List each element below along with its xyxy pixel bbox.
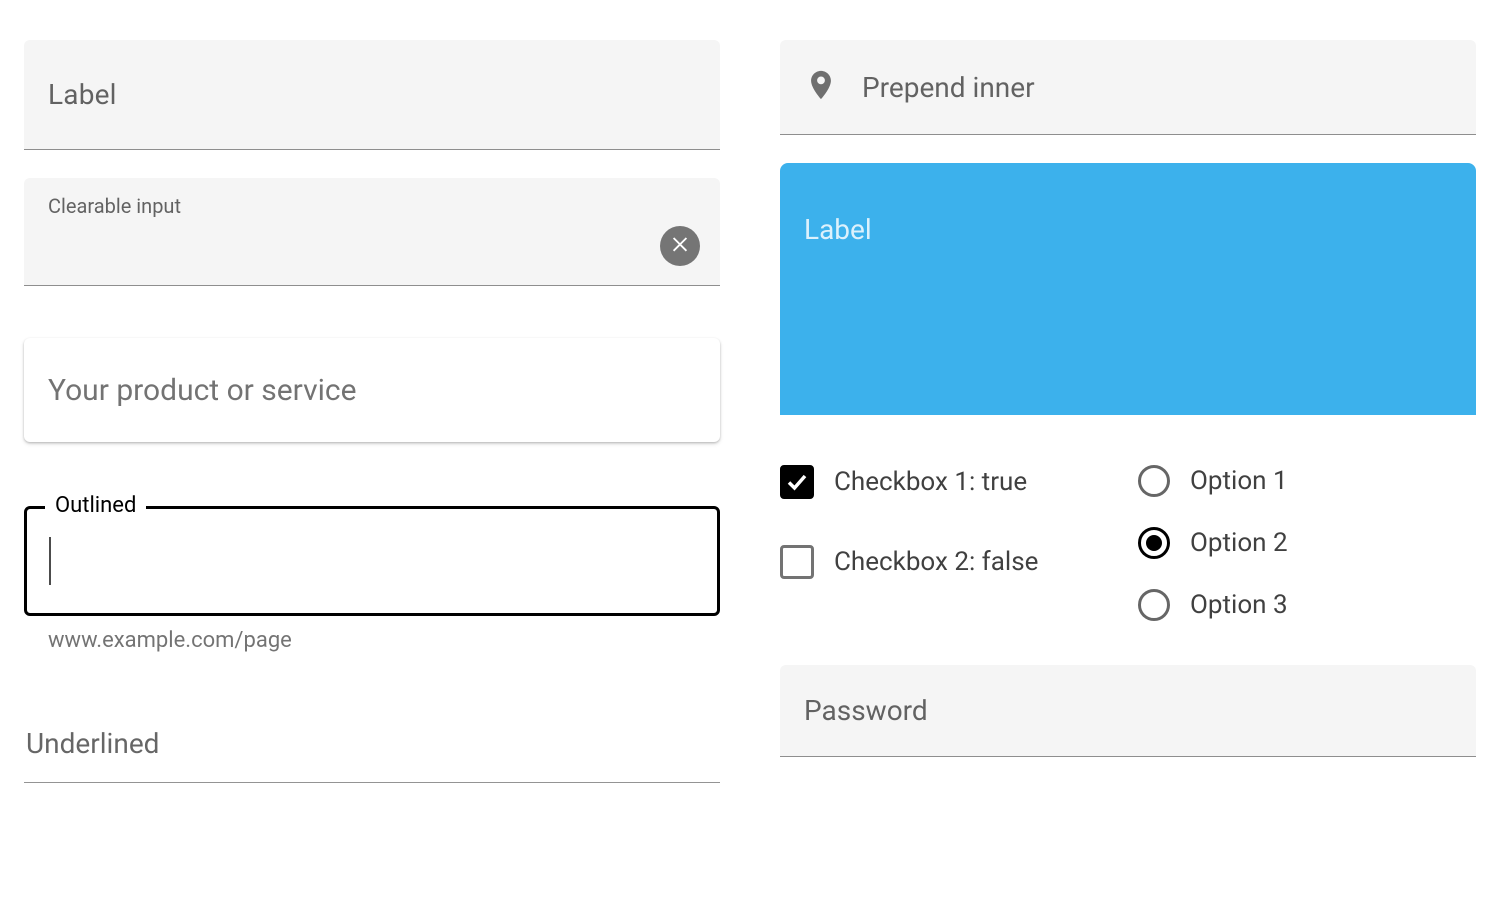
text-caret [49,537,51,585]
radio-option-3-label: Option 3 [1190,590,1288,620]
map-pin-icon [804,65,838,109]
controls-row: Checkbox 1: true Checkbox 2: false Optio… [780,465,1476,621]
clear-button[interactable] [660,226,700,266]
text-field-underlined[interactable]: Underlined [24,705,720,783]
text-field-label[interactable]: Label [24,40,720,150]
right-column: Prepend inner Label Checkbox 1: true Che… [780,40,1476,783]
checkbox-1-label: Checkbox 1: true [834,467,1027,497]
checkbox-2[interactable]: Checkbox 2: false [780,545,1118,579]
radio-group: Option 1 Option 2 Option 3 [1138,465,1476,621]
checkbox-1[interactable]: Checkbox 1: true [780,465,1118,499]
radio-unchecked-icon [1138,465,1170,497]
text-field-label-text: Label [48,78,117,111]
text-field-prepend-inner[interactable]: Prepend inner [780,40,1476,135]
radio-option-1[interactable]: Option 1 [1138,465,1476,497]
checkbox-unchecked-icon [780,545,814,579]
radio-option-3[interactable]: Option 3 [1138,589,1476,621]
radio-unchecked-icon [1138,589,1170,621]
solo-field-label: Your product or service [48,373,357,408]
blue-field-label: Label [804,213,872,246]
text-field-outlined[interactable]: Outlined [24,506,720,616]
checkbox-checked-icon [780,465,814,499]
text-field-password[interactable]: Password [780,665,1476,757]
text-field-filled-blue[interactable]: Label [780,163,1476,415]
prepend-field-label: Prepend inner [862,71,1035,104]
checkbox-group: Checkbox 1: true Checkbox 2: false [780,465,1118,621]
password-field-label: Password [804,694,928,727]
text-field-solo[interactable]: Your product or service [24,338,720,442]
radio-option-1-label: Option 1 [1190,466,1288,496]
text-field-outlined-wrap: Outlined www.example.com/page [24,506,720,653]
left-column: Label Clearable input Your product or se… [24,40,720,783]
outlined-field-hint: www.example.com/page [24,616,720,653]
radio-option-2[interactable]: Option 2 [1138,527,1476,559]
clearable-field-label: Clearable input [48,194,181,218]
outlined-field-label: Outlined [45,493,146,518]
checkbox-2-label: Checkbox 2: false [834,547,1038,577]
radio-option-2-label: Option 2 [1190,528,1288,558]
radio-checked-icon [1138,527,1170,559]
close-icon [669,233,691,259]
underlined-field-label: Underlined [26,727,159,760]
text-field-clearable[interactable]: Clearable input [24,178,720,286]
